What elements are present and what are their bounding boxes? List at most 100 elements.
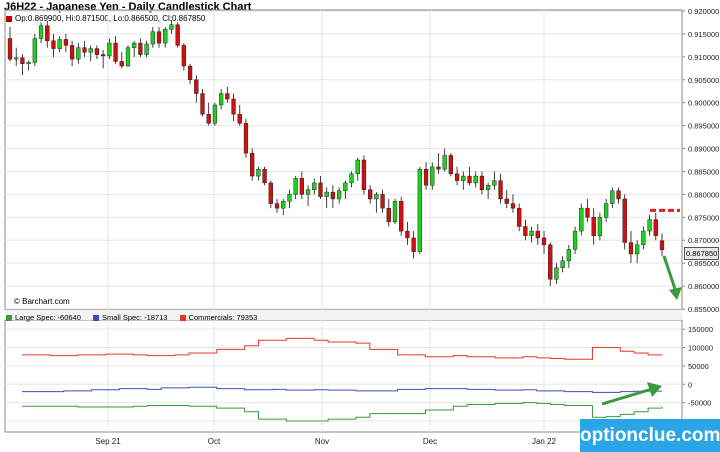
legend-large-spec-label: Large Spec: -60640 <box>15 313 81 322</box>
price-tick-label: 0.885000 <box>688 167 719 176</box>
candle-body <box>510 203 516 209</box>
candle-body <box>454 173 460 181</box>
down-arrow-head <box>669 287 682 300</box>
candle-body <box>305 189 311 195</box>
candle-body <box>26 62 31 64</box>
candle-body <box>7 38 13 60</box>
candle-body <box>572 230 578 250</box>
candle-body <box>138 42 143 55</box>
candle-body <box>343 182 348 191</box>
candle-body <box>206 113 211 124</box>
price-tick-label: 0.880000 <box>688 190 719 199</box>
candle-body <box>225 93 230 100</box>
candle-body <box>69 45 75 60</box>
candle-body <box>653 219 658 236</box>
candle-body <box>212 104 218 124</box>
candle-body <box>628 242 634 255</box>
candle-body <box>32 38 37 63</box>
cot-legend: Large Spec: -60640 Small Spec: -18713 Co… <box>6 313 267 322</box>
chart-area[interactable]: 0.920000 0.915000 0.910000 0.905000 0.900000… <box>0 0 720 452</box>
candle-body <box>281 201 286 209</box>
candle-body <box>411 237 416 252</box>
candle-body <box>622 198 627 243</box>
candle-body <box>355 159 360 174</box>
candle-body <box>430 166 435 186</box>
candle-body <box>529 230 534 236</box>
candle-body <box>312 182 317 191</box>
cot-tick-label: -50000 <box>688 399 711 408</box>
candle-body <box>442 155 447 170</box>
candle-body <box>523 226 528 236</box>
price-tick-label: 0.905000 <box>688 76 719 85</box>
candle-body <box>535 230 540 239</box>
cot-tick-label: 0 <box>688 380 692 389</box>
legend-commercials-swatch <box>179 315 186 322</box>
legend-small-spec-label: Small Spec: -18713 <box>101 313 168 322</box>
candle-body <box>132 42 137 48</box>
candle-body <box>144 43 149 55</box>
price-tick-label: 0.865000 <box>688 259 719 268</box>
candle-body <box>101 54 106 57</box>
candle-body <box>423 168 429 186</box>
candle-body <box>548 244 553 280</box>
price-tick-label: 0.855000 <box>688 305 719 314</box>
candle-body <box>467 175 472 184</box>
candle-body <box>163 29 168 44</box>
legend-small-spec: Small Spec: -18713 <box>92 313 168 322</box>
candle-body <box>88 48 93 53</box>
candle-body <box>486 185 491 190</box>
candle-body <box>243 123 249 154</box>
candle-body <box>641 230 646 246</box>
candle-body <box>380 194 385 209</box>
candle-body <box>448 155 454 174</box>
candle-body <box>560 260 565 268</box>
candle-body <box>194 79 199 94</box>
candle-body <box>125 47 131 67</box>
legend-large-spec-swatch <box>6 315 12 322</box>
candle-body <box>603 203 609 218</box>
candle-body <box>250 152 255 177</box>
candle-body <box>169 24 174 30</box>
down-arrow-shaft <box>662 255 678 293</box>
candle-body <box>399 201 404 232</box>
candle-body <box>318 182 323 197</box>
candle-body <box>554 267 559 280</box>
candle-body <box>498 180 503 200</box>
candle-body <box>38 25 44 39</box>
candle-body <box>76 47 81 60</box>
candle-body <box>635 244 640 255</box>
credit-label: © Barchart.com <box>14 297 70 306</box>
candle-body <box>218 93 224 106</box>
candle-body <box>237 113 242 124</box>
candle-body <box>51 40 56 49</box>
candle-body <box>287 194 292 202</box>
price-tick-label: 0.890000 <box>688 145 719 154</box>
candle-body <box>175 24 180 46</box>
candle-body <box>20 57 25 64</box>
candle-body <box>324 191 329 197</box>
candle-body <box>256 168 261 177</box>
candle-body <box>585 207 590 218</box>
price-tick-label: 0.870000 <box>688 236 719 245</box>
price-tick-label: 0.920000 <box>688 7 719 16</box>
candle-body <box>659 240 665 251</box>
x-tick-label: Sep 21 <box>95 437 121 446</box>
cot-tick-label: 50000 <box>688 362 709 371</box>
candle-body <box>392 201 398 223</box>
candle-body <box>293 178 298 195</box>
candle-body <box>119 61 124 67</box>
candle-body <box>63 39 69 46</box>
candle-body <box>610 190 615 204</box>
candle-body <box>150 31 155 45</box>
commercials-line <box>22 337 663 360</box>
candle-body <box>473 175 478 184</box>
x-tick-label: Nov <box>315 437 329 446</box>
candle-body <box>57 39 62 49</box>
candle-body <box>616 190 621 200</box>
candle-body <box>82 47 87 53</box>
x-tick-label: Dec <box>423 437 437 446</box>
watermark[interactable]: optionclue.com <box>580 419 720 452</box>
candle-body <box>479 175 485 191</box>
candle-body <box>405 230 410 239</box>
candle-body <box>368 189 373 200</box>
